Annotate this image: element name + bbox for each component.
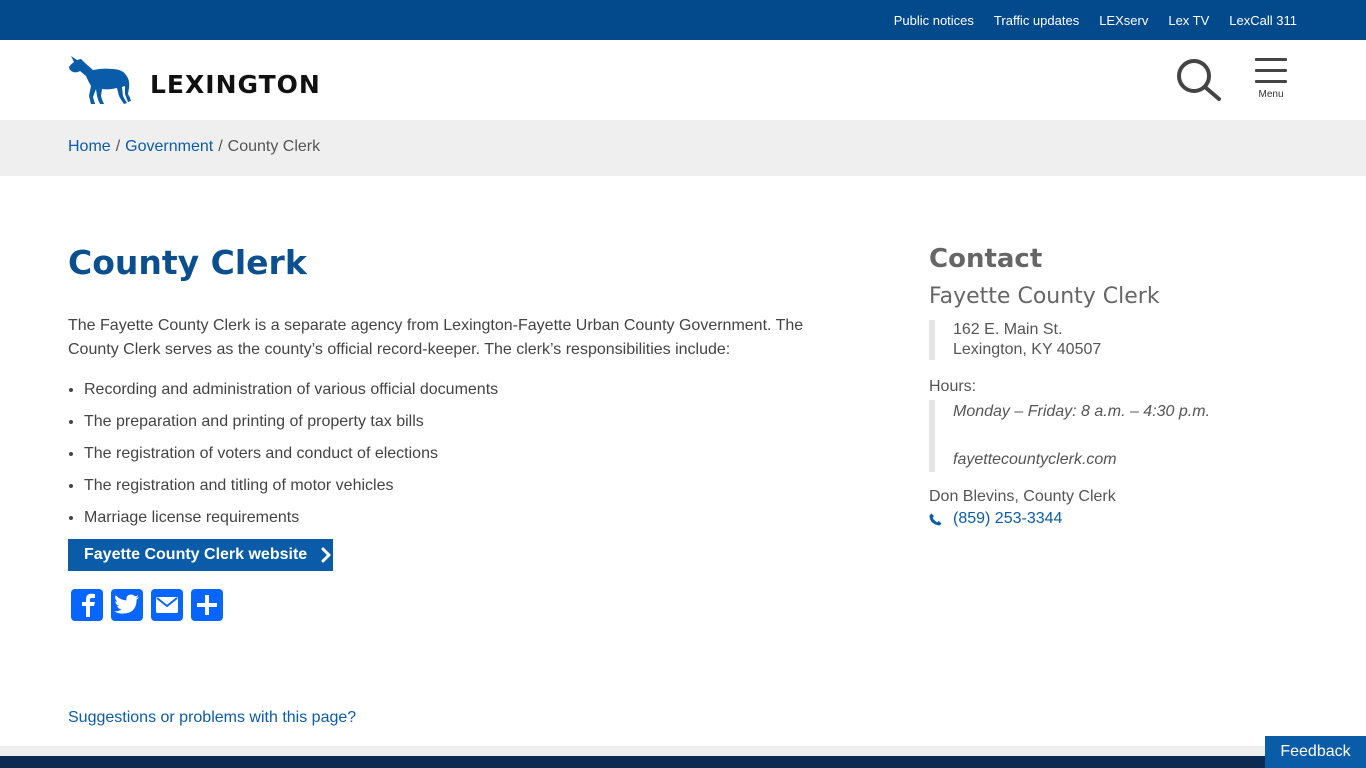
more-share-button[interactable] [191, 589, 223, 621]
breadcrumb-current: County Clerk [227, 138, 321, 155]
address-line: 162 E. Main St. [953, 321, 1063, 338]
share-icon [197, 595, 217, 615]
email-icon [156, 597, 178, 613]
hamburger-icon [1254, 58, 1288, 83]
clerk-website-label: Fayette County Clerk website [84, 546, 308, 563]
breadcrumb: Home / Government / County Clerk [0, 120, 1366, 176]
top-utility-bar: Public notices Traffic updates LEXserv L… [0, 0, 1366, 40]
twitter-share-button[interactable] [111, 589, 143, 621]
menu-label: Menu [1258, 89, 1284, 100]
menu-button[interactable]: Menu [1254, 58, 1288, 106]
horse-logo-icon [69, 56, 131, 104]
clerk-website-button[interactable]: Fayette County Clerk website [68, 539, 333, 571]
contact-org-name: Fayette County Clerk [929, 284, 1160, 309]
suggestions-link[interactable]: Suggestions or problems with this page? [68, 709, 356, 727]
link-lexcall-311[interactable]: LexCall 311 [1229, 13, 1297, 28]
site-footer [0, 756, 1366, 768]
responsibilities-list: Recording and administration of various … [68, 378, 858, 530]
feedback-button[interactable]: Feedback [1265, 736, 1366, 768]
search-icon [1177, 59, 1221, 101]
contact-phone[interactable]: (859) 253-3344 [929, 510, 1309, 528]
facebook-icon [82, 593, 95, 617]
phone-icon [929, 513, 953, 526]
hours-text: Monday – Friday: 8 a.m. – 4:30 p.m. [953, 403, 1211, 420]
website-text: fayettecountyclerk.com [953, 451, 1117, 468]
hours-label: Hours: [929, 378, 977, 395]
list-item: The registration of voters and conduct o… [84, 442, 858, 466]
breadcrumb-separator: / [115, 138, 121, 155]
list-item: Marriage license requirements [84, 506, 858, 530]
site-header: LEXINGTON Menu [0, 40, 1366, 120]
link-lex-tv[interactable]: Lex TV [1168, 13, 1209, 28]
utility-links: Public notices Traffic updates LEXserv L… [894, 0, 1297, 40]
site-logo[interactable]: LEXINGTON [68, 56, 321, 106]
list-item: The preparation and printing of property… [84, 410, 858, 434]
list-item: The registration and titling of motor ve… [84, 474, 858, 498]
intro-paragraph: The Fayette County Clerk is a separate a… [68, 317, 804, 358]
link-lexserv[interactable]: LEXserv [1099, 13, 1148, 28]
logo-wordmark: LEXINGTON [150, 69, 321, 99]
search-button[interactable] [1176, 58, 1222, 102]
breadcrumb-home[interactable]: Home [68, 138, 111, 155]
phone-number[interactable]: (859) 253-3344 [953, 510, 1062, 528]
breadcrumb-government[interactable]: Government [125, 138, 213, 155]
twitter-icon [114, 594, 139, 614]
share-buttons [71, 589, 223, 621]
chevron-right-icon [321, 547, 331, 563]
breadcrumb-separator: / [218, 138, 223, 155]
contact-person: Don Blevins, County Clerk [929, 488, 1116, 505]
contact-sidebar: Contact Fayette County Clerk 162 E. Main… [929, 242, 1309, 528]
link-traffic-updates[interactable]: Traffic updates [994, 13, 1079, 28]
email-share-button[interactable] [151, 589, 183, 621]
page-title: County Clerk [68, 243, 307, 282]
main-content: County Clerk The Fayette County Clerk is… [68, 240, 858, 538]
link-public-notices[interactable]: Public notices [894, 13, 974, 28]
hours-block: Monday – Friday: 8 a.m. – 4:30 p.m. faye… [929, 400, 1309, 472]
list-item: Recording and administration of various … [84, 378, 858, 402]
contact-address: 162 E. Main St. Lexington, KY 40507 [929, 320, 1309, 360]
footer-divider [0, 746, 1366, 756]
facebook-share-button[interactable] [71, 589, 103, 621]
contact-heading: Contact [929, 244, 1043, 274]
address-line: Lexington, KY 40507 [953, 341, 1102, 358]
